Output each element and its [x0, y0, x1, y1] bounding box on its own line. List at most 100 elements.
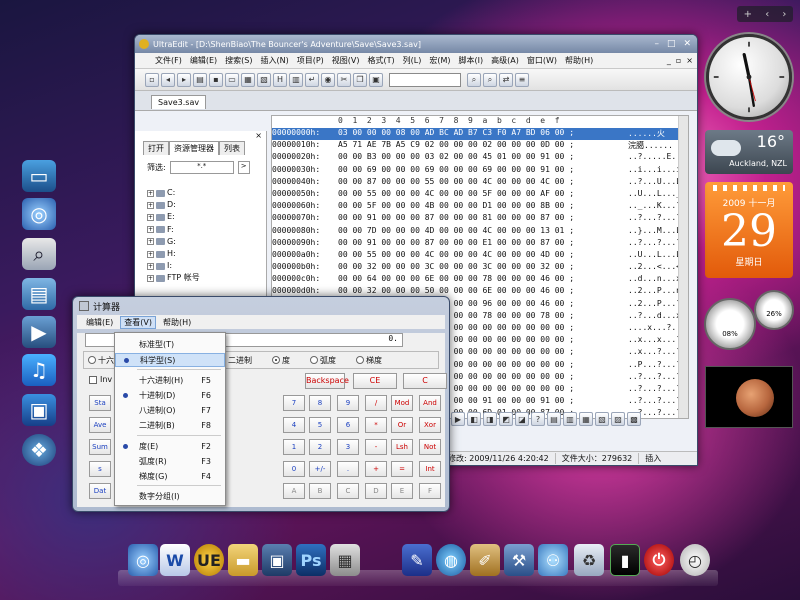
media-center-icon[interactable]: ▶: [22, 316, 56, 348]
tool-icon[interactable]: ◪: [515, 412, 529, 426]
hex-row[interactable]: 00000080h: 00 00 7D 00 00 00 4D 00 00 00 …: [272, 226, 688, 238]
calc-key[interactable]: =: [391, 461, 413, 477]
tool-icon[interactable]: ▧: [595, 412, 609, 426]
radio-hex[interactable]: 十六: [88, 355, 114, 366]
documents-icon[interactable]: ▤: [22, 278, 56, 310]
view-menu-item[interactable]: 度(E) F2: [115, 439, 225, 453]
start-orb-icon[interactable]: ❖: [22, 434, 56, 466]
menu-script[interactable]: 脚本(I): [459, 55, 484, 66]
find-combobox[interactable]: [389, 72, 461, 87]
inv-checkbox[interactable]: Inv: [89, 375, 112, 384]
calc-key[interactable]: Not: [419, 439, 441, 455]
drive-item[interactable]: + F:: [147, 224, 200, 236]
mdi-restore-icon[interactable]: ▫: [676, 56, 681, 65]
calc-key[interactable]: 1: [283, 439, 305, 455]
hex-row[interactable]: 000000c0h: 00 00 64 00 00 00 6E 00 00 00 …: [272, 274, 688, 286]
copy-icon[interactable]: ❐: [353, 72, 367, 87]
panel-close-icon[interactable]: ×: [255, 131, 262, 140]
column-icon[interactable]: ▥: [289, 72, 303, 87]
menu-column[interactable]: 列(L): [403, 55, 422, 66]
drive-item[interactable]: + G:: [147, 236, 200, 248]
print-icon[interactable]: ▦: [241, 72, 255, 87]
calc-key[interactable]: +/-: [309, 461, 331, 477]
file-tab-save3[interactable]: Save3.sav: [151, 95, 207, 109]
brushes-icon[interactable]: ✐: [470, 544, 500, 576]
calculator-dock-icon[interactable]: ▦: [330, 544, 360, 576]
panel-tab-list[interactable]: 列表: [219, 141, 245, 155]
sidebar-prev-button[interactable]: ‹: [765, 9, 769, 20]
calc-key[interactable]: C: [337, 483, 359, 499]
hex-row[interactable]: 00000020h: 00 00 B3 00 00 00 03 02 00 00 …: [272, 152, 688, 164]
drive-item[interactable]: + C:: [147, 187, 200, 199]
close-file-icon[interactable]: ▭: [225, 72, 239, 87]
backspace-button[interactable]: Backspace: [305, 373, 349, 389]
paste-icon[interactable]: ▣: [369, 72, 383, 87]
calc-key[interactable]: .: [337, 461, 359, 477]
browser-icon[interactable]: ◉: [321, 72, 335, 87]
ultraedit-icon[interactable]: UE: [194, 544, 224, 576]
calc-key[interactable]: Or: [391, 417, 413, 433]
drive-item[interactable]: + D:: [147, 199, 200, 211]
drive-item[interactable]: + I:: [147, 260, 200, 272]
stat-key[interactable]: s: [89, 461, 111, 477]
find-next-icon[interactable]: ⌕: [483, 72, 497, 87]
movie-maker-icon[interactable]: ▣: [22, 394, 56, 426]
preview-icon[interactable]: ▧: [257, 72, 271, 87]
calc-key[interactable]: Lsh: [391, 439, 413, 455]
calc-key[interactable]: 8: [309, 395, 331, 411]
menu-window[interactable]: 窗口(W): [527, 55, 557, 66]
hex-row[interactable]: 00000060h: 00 00 5F 00 00 00 4B 00 00 00 …: [272, 201, 688, 213]
shutdown-icon[interactable]: ⏻: [644, 544, 674, 576]
hex-row[interactable]: 00000000h: 03 00 00 00 08 00 AD BC AD B7 …: [272, 128, 688, 141]
drive-item[interactable]: + E:: [147, 211, 200, 223]
filter-apply-button[interactable]: >: [237, 161, 250, 174]
cpu-meter-gadget[interactable]: 08% 26%: [704, 290, 796, 352]
menu-search[interactable]: 搜索(S): [225, 55, 252, 66]
radio-radians[interactable]: 弧度: [310, 355, 336, 366]
menu-help[interactable]: 帮助(H): [565, 55, 593, 66]
menu-project[interactable]: 项目(P): [297, 55, 324, 66]
calculator-titlebar[interactable]: 计算器: [73, 297, 449, 315]
computer-icon[interactable]: ▭: [22, 160, 56, 192]
menu-format[interactable]: 格式(T): [368, 55, 395, 66]
hex-row[interactable]: 000000b0h: 00 00 32 00 00 00 3C 00 00 00 …: [272, 262, 688, 274]
menu-advanced[interactable]: 高级(A): [491, 55, 519, 66]
view-menu-item[interactable]: 数字分组(I): [115, 489, 225, 503]
sidebar-add-button[interactable]: +: [744, 9, 752, 20]
calc-menu-edit[interactable]: 编辑(E): [83, 317, 116, 328]
calc-menu-view[interactable]: 查看(V): [120, 315, 157, 329]
clock-gadget[interactable]: [706, 34, 792, 120]
open-icon[interactable]: ▤: [193, 72, 207, 87]
view-menu-item[interactable]: 弧度(R) F3: [115, 454, 225, 468]
view-menu-item[interactable]: 标准型(T): [115, 337, 225, 351]
menu-edit[interactable]: 编辑(E): [190, 55, 217, 66]
calc-key[interactable]: 0: [283, 461, 305, 477]
tool-icon[interactable]: ▨: [611, 412, 625, 426]
drive-item[interactable]: + FTP 帐号: [147, 272, 200, 284]
view-menu-item[interactable]: 八进制(O) F7: [115, 403, 225, 417]
back-icon[interactable]: ◂: [161, 72, 175, 87]
recycle-bin-icon[interactable]: ♻: [574, 544, 604, 576]
network-globe-icon[interactable]: ◎: [128, 544, 158, 576]
maximize-icon[interactable]: □: [667, 39, 676, 49]
hex-row[interactable]: 00000090h: 00 00 91 00 00 00 87 00 00 00 …: [272, 238, 688, 250]
calc-key[interactable]: 6: [337, 417, 359, 433]
clock-dock-icon[interactable]: ◴: [680, 544, 710, 576]
stat-key[interactable]: Sum: [89, 439, 111, 455]
mdi-minimize-icon[interactable]: _: [667, 56, 671, 65]
hex-row[interactable]: 00000030h: 00 00 69 00 00 00 69 00 00 00 …: [272, 165, 688, 177]
macro-play-icon[interactable]: ▶: [451, 412, 465, 426]
hex-row[interactable]: 00000010h: A5 71 AE 7B A5 C9 02 00 00 00 …: [272, 140, 688, 152]
calc-key[interactable]: /: [365, 395, 387, 411]
music-icon[interactable]: ♫: [22, 354, 56, 386]
tool-icon[interactable]: ◩: [499, 412, 513, 426]
tool-icon[interactable]: ◨: [483, 412, 497, 426]
panel-tab-explorer[interactable]: 资源管理器: [169, 141, 219, 155]
calc-key[interactable]: E: [391, 483, 413, 499]
tool-icon[interactable]: ◧: [467, 412, 481, 426]
hex-mode-icon[interactable]: H: [273, 72, 287, 87]
tools-icon[interactable]: ⚒: [504, 544, 534, 576]
help-icon[interactable]: ?: [531, 412, 545, 426]
calc-key[interactable]: Int: [419, 461, 441, 477]
network-globe-icon[interactable]: ◎: [22, 198, 56, 230]
